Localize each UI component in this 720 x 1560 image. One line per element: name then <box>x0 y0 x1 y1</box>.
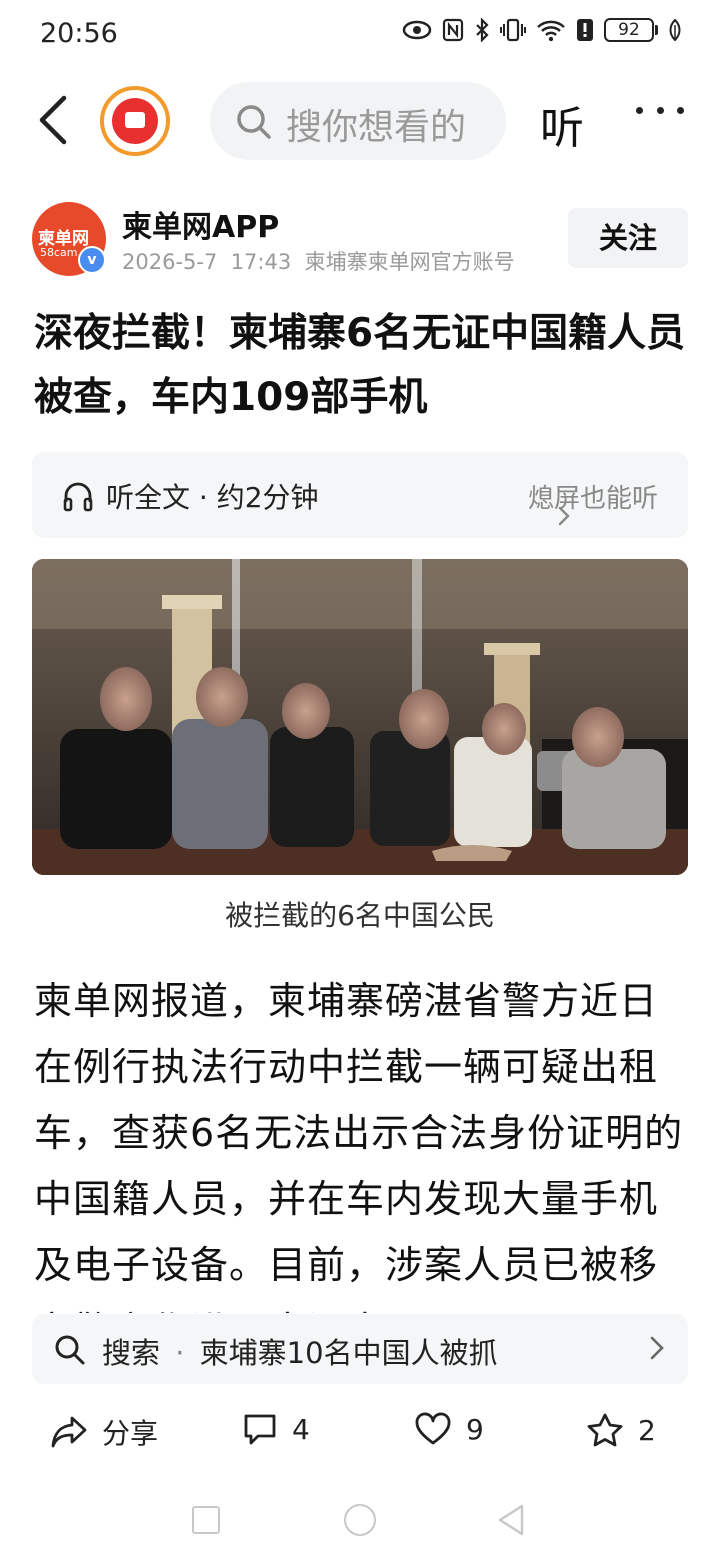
star-icon <box>587 1413 623 1447</box>
verified-badge-icon: v <box>78 246 106 274</box>
status-bar: 20:56 92 <box>0 0 720 70</box>
chevron-right-icon <box>650 1336 664 1360</box>
comment-button[interactable]: 4 <box>242 1412 310 1446</box>
follow-button[interactable]: 关注 <box>568 208 688 268</box>
share-button[interactable]: 分享 <box>50 1412 158 1452</box>
related-search-separator: · <box>175 1336 185 1370</box>
status-icons: 92 <box>402 18 682 42</box>
related-search-text: 搜索 · 柬埔寨10名中国人被抓 <box>102 1330 498 1372</box>
bluetooth-icon <box>476 18 489 42</box>
post-time: 17:43 <box>230 250 292 274</box>
top-nav-bar: 搜你想看的 听 <box>0 80 720 160</box>
share-label: 分享 <box>102 1417 159 1450</box>
post-date: 2026-5-7 <box>122 250 218 274</box>
favorite-count: 2 <box>638 1413 656 1447</box>
vibrate-icon <box>500 18 526 42</box>
author-name[interactable]: 柬单网APP <box>122 202 279 246</box>
battery-icon: 92 <box>604 18 658 42</box>
chevron-left-icon[interactable] <box>34 94 74 146</box>
bottom-action-bar: 分享 4 9 2 <box>0 1400 720 1470</box>
search-placeholder: 搜你想看的 <box>286 107 467 148</box>
red-packet-icon[interactable] <box>100 86 170 156</box>
recent-apps-icon[interactable] <box>192 1506 220 1534</box>
back-triangle-icon[interactable] <box>496 1503 526 1537</box>
leaf-icon <box>669 19 681 41</box>
status-time: 20:56 <box>40 18 118 49</box>
alert-icon <box>577 19 593 41</box>
chevron-right-icon <box>558 506 570 526</box>
article-photo[interactable] <box>32 559 688 875</box>
related-search-bar[interactable]: 搜索 · 柬埔寨10名中国人被抓 <box>32 1314 688 1384</box>
share-icon <box>51 1416 87 1448</box>
favorite-button[interactable]: 2 <box>586 1412 656 1448</box>
battery-level: 92 <box>604 18 654 42</box>
photo-scene <box>32 559 688 875</box>
wifi-icon <box>537 20 565 42</box>
image-caption: 被拦截的6名中国公民 <box>225 899 495 932</box>
comment-count: 4 <box>292 1412 310 1446</box>
headphones-icon <box>63 482 93 512</box>
system-nav-bar <box>0 1490 720 1560</box>
listen-full-label: 听全文 · 约2分钟 <box>106 481 319 514</box>
screen-off-listen-link[interactable]: 熄屏也能听 <box>527 478 658 526</box>
article-body: 柬单网报道，柬埔寨磅湛省警方近日在例行执法行动中拦截一辆可疑出租车，查获6名无法… <box>34 979 684 1313</box>
heart-icon <box>415 1412 451 1445</box>
listen-full-article-bar[interactable]: 听全文 · 约2分钟 熄屏也能听 <box>32 452 688 538</box>
search-icon <box>237 105 271 139</box>
article-title: 深夜拦截！柬埔寨6名无证中国籍人员被查，车内109部手机 <box>34 311 686 420</box>
related-search-prefix: 搜索 <box>102 1336 161 1370</box>
screen-off-listen-label: 熄屏也能听 <box>527 484 658 514</box>
home-icon[interactable] <box>344 1504 376 1536</box>
author-meta: 2026-5-7 17:43 柬埔寨柬单网官方账号 <box>122 246 515 276</box>
comment-icon <box>244 1414 276 1445</box>
like-count: 9 <box>466 1412 484 1446</box>
more-dots-icon[interactable] <box>632 90 688 130</box>
author-description: 柬埔寨柬单网官方账号 <box>304 250 515 274</box>
nfc-icon <box>442 18 464 42</box>
eye-comfort-icon <box>402 20 432 40</box>
author-row: 柬单网 58cam.com v 柬单网APP 2026-5-7 17:43 柬埔… <box>0 198 720 278</box>
search-icon <box>55 1335 85 1365</box>
search-input[interactable]: 搜你想看的 <box>210 82 506 160</box>
related-search-query: 柬埔寨10名中国人被抓 <box>199 1336 498 1370</box>
like-button[interactable]: 9 <box>414 1412 484 1446</box>
listen-button[interactable]: 听 <box>540 92 584 156</box>
